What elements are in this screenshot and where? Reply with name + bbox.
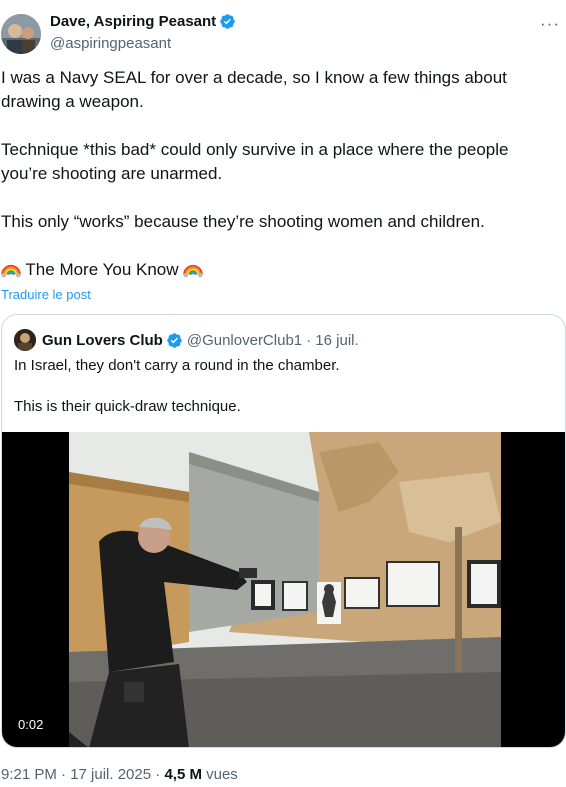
verified-badge-icon: [220, 14, 235, 29]
quoted-display-name[interactable]: Gun Lovers Club: [42, 332, 163, 349]
views-count: 4,5 M: [164, 766, 202, 783]
author-display-name[interactable]: Dave, Aspiring Peasant: [50, 13, 216, 30]
views-label: vues: [206, 766, 238, 783]
rainbow-icon: [1, 264, 21, 278]
avatar-image: [1, 14, 41, 54]
video-player[interactable]: 0:02: [2, 432, 565, 747]
tweet-paragraph-1: I was a Navy SEAL for over a decade, so …: [1, 68, 507, 111]
translate-post-link[interactable]: Traduire le post: [1, 287, 91, 302]
verified-badge-icon: [167, 332, 182, 348]
rainbow-icon: [183, 264, 204, 278]
tweet-timestamp[interactable]: 9:21 PM · 17 juil. 2025 ·: [1, 766, 160, 783]
author-handle[interactable]: @aspiringpeasant: [50, 35, 171, 52]
tweet-body: I was a Navy SEAL for over a decade, so …: [1, 66, 551, 282]
quoted-tweet-card[interactable]: Gun Lovers Club @GunloverClub1 · 16 juil…: [1, 314, 566, 748]
quoted-handle[interactable]: @GunloverClub1: [187, 332, 302, 349]
tweet-closing-line: The More You Know: [1, 258, 551, 282]
closing-text: The More You Know: [25, 260, 179, 279]
video-frame: [69, 432, 501, 747]
quoted-body: In Israel, they don't carry a round in t…: [14, 355, 544, 417]
quoted-date[interactable]: · 16 juil.: [306, 332, 359, 349]
quoted-avatar-image: [14, 329, 36, 351]
quoted-author-avatar[interactable]: [14, 329, 36, 351]
quoted-line-2: This is their quick-draw technique.: [14, 398, 241, 415]
tweet-paragraph-3: This only “works” because they’re shooti…: [1, 212, 485, 231]
video-duration: 0:02: [12, 715, 50, 734]
author-avatar[interactable]: [1, 14, 41, 54]
quoted-line-1: In Israel, they don't carry a round in t…: [14, 357, 340, 374]
more-options-icon[interactable]: ···: [540, 14, 560, 34]
tweet-paragraph-2: Technique *this bad* could only survive …: [1, 140, 509, 183]
tweet-meta: 9:21 PM · 17 juil. 2025 · 4,5 M vues: [1, 766, 238, 783]
tweet-header: Dave, Aspiring Peasant @aspiringpeasant …: [0, 8, 566, 58]
